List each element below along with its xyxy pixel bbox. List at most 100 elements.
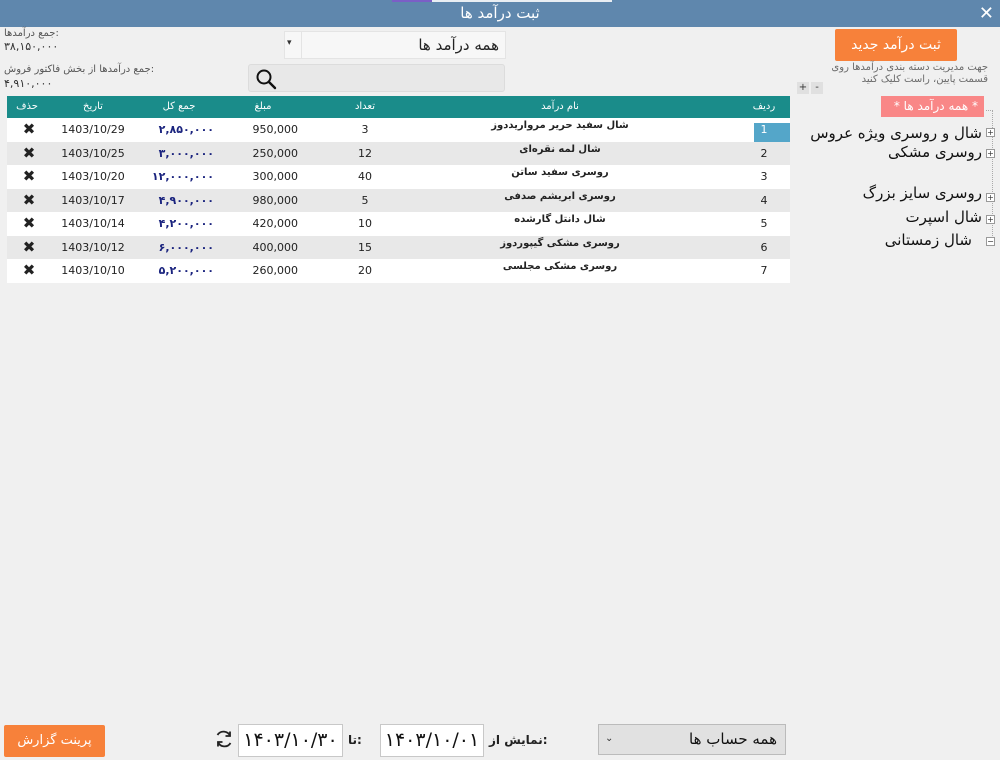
delete-icon[interactable]: ✖ — [20, 214, 38, 232]
expand-all-button[interactable]: + — [797, 82, 809, 94]
tree-expand-collapse: + - — [797, 82, 825, 94]
row-count: 12 — [358, 146, 372, 160]
from-label: نمایش از: — [489, 733, 548, 747]
row-index: 6 — [760, 240, 768, 254]
row-total: ۴,۲۰۰,۰۰۰ — [158, 217, 214, 230]
row-date: 1403/10/10 — [61, 264, 125, 277]
delete-icon[interactable]: ✖ — [20, 120, 38, 138]
row-amount: 300,000 — [252, 170, 299, 183]
from-date-field[interactable]: ۱۴۰۳/۱۰/۰۱ — [380, 724, 484, 757]
tree-item-winter-shawl[interactable]: شال زمستانی — [885, 231, 972, 249]
income-total-label: جمع درآمدها: — [4, 28, 59, 39]
row-count: 15 — [358, 240, 372, 254]
row-amount: 260,000 — [252, 264, 299, 277]
delete-icon[interactable]: ✖ — [20, 167, 38, 185]
row-index: 4 — [760, 193, 768, 207]
row-name: روسری ابریشم صدفی — [504, 190, 616, 202]
dropdown-arrow-icon: ▾ — [287, 38, 292, 48]
row-amount: 420,000 — [252, 217, 299, 230]
to-date-field[interactable]: ۱۴۰۳/۱۰/۳۰ — [238, 724, 343, 757]
row-name: شال دانتل گارشده — [514, 214, 606, 225]
table-row[interactable]: 1 شال سفید حریر مرواریددوز 3 950,000 ۲,۸… — [7, 118, 790, 147]
row-date: 1403/10/29 — [61, 123, 125, 136]
row-amount: 250,000 — [252, 146, 299, 160]
table-header: ردیف نام درآمد تعداد مبلغ جمع کل تاریخ ح… — [7, 96, 790, 118]
header-delete: حذف — [16, 101, 38, 112]
row-name: روسری مشکی مجلسی — [502, 261, 618, 272]
collapse-all-button[interactable]: - — [811, 82, 823, 94]
print-report-button[interactable]: پرینت گزارش — [4, 725, 105, 757]
row-total: ۱۲,۰۰۰,۰۰۰ — [151, 170, 214, 183]
window-title: ثبت درآمد ها — [460, 4, 540, 22]
row-name: روسری مشکی گیپوردوز — [500, 237, 620, 249]
header-name: نام درآمد — [541, 101, 579, 112]
tree-toggle-bridal[interactable]: + — [986, 128, 995, 137]
tree-toggle-sport-shawl[interactable]: + — [986, 215, 995, 224]
invoice-total-label: جمع درآمدها از بخش فاکتور فروش: — [4, 64, 155, 75]
row-date: 1403/10/25 — [61, 146, 125, 160]
income-table: ردیف نام درآمد تعداد مبلغ جمع کل تاریخ ح… — [7, 96, 790, 283]
row-count: 40 — [358, 170, 372, 183]
tree-toggle-winter-shawl[interactable]: − — [986, 237, 995, 246]
table-row[interactable]: 7 روسری مشکی مجلسی 20 260,000 ۵,۲۰۰,۰۰۰ … — [7, 259, 790, 283]
row-index: 7 — [760, 264, 768, 277]
table-row[interactable]: 5 شال دانتل گارشده 10 420,000 ۴,۲۰۰,۰۰۰ … — [7, 212, 790, 236]
header-date: تاریخ — [83, 101, 103, 112]
account-dropdown-value: همه حساب ها — [689, 730, 777, 748]
category-hint: جهت مدیریت دسته بندی درآمدها روی قسمت پا… — [808, 62, 988, 86]
income-total-value: ۳۸,۱۵۰,۰۰۰ — [4, 40, 59, 53]
row-count: 10 — [358, 217, 372, 230]
category-dropdown[interactable]: ▾ همه درآمد ها — [284, 31, 506, 59]
invoice-total-value: ۴,۹۱۰,۰۰۰ — [4, 77, 53, 90]
row-amount: 980,000 — [252, 193, 299, 207]
title-accent-highlight — [392, 0, 432, 2]
tree-toggle-plus-size[interactable]: + — [986, 193, 995, 202]
row-total: ۵,۲۰۰,۰۰۰ — [158, 264, 214, 277]
row-date: 1403/10/20 — [61, 170, 125, 183]
search-icon[interactable] — [255, 68, 277, 90]
tree-item-bridal[interactable]: شال و روسری ویژه عروس — [810, 124, 982, 142]
delete-icon[interactable]: ✖ — [20, 144, 38, 162]
refresh-icon[interactable] — [214, 729, 234, 749]
search-input[interactable] — [248, 64, 505, 92]
tree-item-plus-size[interactable]: روسری سایز بزرگ — [863, 184, 982, 202]
row-date: 1403/10/12 — [61, 240, 125, 254]
row-index: 5 — [760, 217, 768, 230]
header-row: ردیف — [752, 101, 776, 112]
hint-line-1: جهت مدیریت دسته بندی درآمدها روی — [831, 62, 988, 73]
tree-root-all-incomes[interactable]: * همه درآمد ها * — [881, 96, 984, 117]
row-amount: 400,000 — [252, 240, 299, 254]
row-total: ۳,۰۰۰,۰۰۰ — [158, 146, 214, 160]
table-row[interactable]: 2 شال لمه نقره‌ای 12 250,000 ۳,۰۰۰,۰۰۰ 1… — [7, 141, 790, 165]
table-row[interactable]: 6 روسری مشکی گیپوردوز 15 400,000 ۶,۰۰۰,۰… — [7, 235, 790, 259]
table-row[interactable]: 4 روسری ابریشم صدفی 5 980,000 ۴,۹۰۰,۰۰۰ … — [7, 188, 790, 212]
tree-toggle-black-scarf[interactable]: + — [986, 149, 995, 158]
delete-icon[interactable]: ✖ — [20, 261, 38, 279]
account-dropdown[interactable]: ⌄ همه حساب ها — [598, 724, 786, 755]
row-count: 3 — [361, 123, 369, 136]
row-index: 1 — [760, 123, 768, 136]
category-dropdown-value: همه درآمد ها — [418, 36, 499, 54]
row-amount: 950,000 — [252, 123, 299, 136]
row-count: 20 — [358, 264, 372, 277]
row-count: 5 — [361, 193, 369, 207]
delete-icon[interactable]: ✖ — [20, 238, 38, 256]
row-name: روسری سفید ساتن — [511, 167, 609, 178]
table-row[interactable]: 3 روسری سفید ساتن 40 300,000 ۱۲,۰۰۰,۰۰۰ … — [7, 165, 790, 189]
delete-icon[interactable]: ✖ — [20, 191, 38, 209]
row-index: 2 — [760, 146, 768, 160]
row-date: 1403/10/17 — [61, 193, 125, 207]
hint-line-2: قسمت پایین، راست کلیک کنید — [861, 74, 988, 85]
row-total: ۶,۰۰۰,۰۰۰ — [158, 240, 214, 254]
tree-item-sport-shawl[interactable]: شال اسپرت — [906, 208, 982, 226]
new-income-button[interactable]: ثبت درآمد جدید — [835, 29, 957, 61]
dropdown-separator — [301, 32, 302, 58]
row-date: 1403/10/14 — [61, 217, 125, 230]
close-icon[interactable]: ✕ — [979, 3, 994, 24]
row-total: ۲,۸۵۰,۰۰۰ — [158, 123, 214, 136]
to-label: تا: — [348, 733, 362, 747]
row-name: شال سفید حریر مرواریددوز — [491, 120, 629, 131]
header-total: جمع کل — [162, 101, 196, 112]
tree-item-black-scarf[interactable]: روسری مشکی — [888, 143, 982, 161]
row-index: 3 — [760, 170, 768, 183]
